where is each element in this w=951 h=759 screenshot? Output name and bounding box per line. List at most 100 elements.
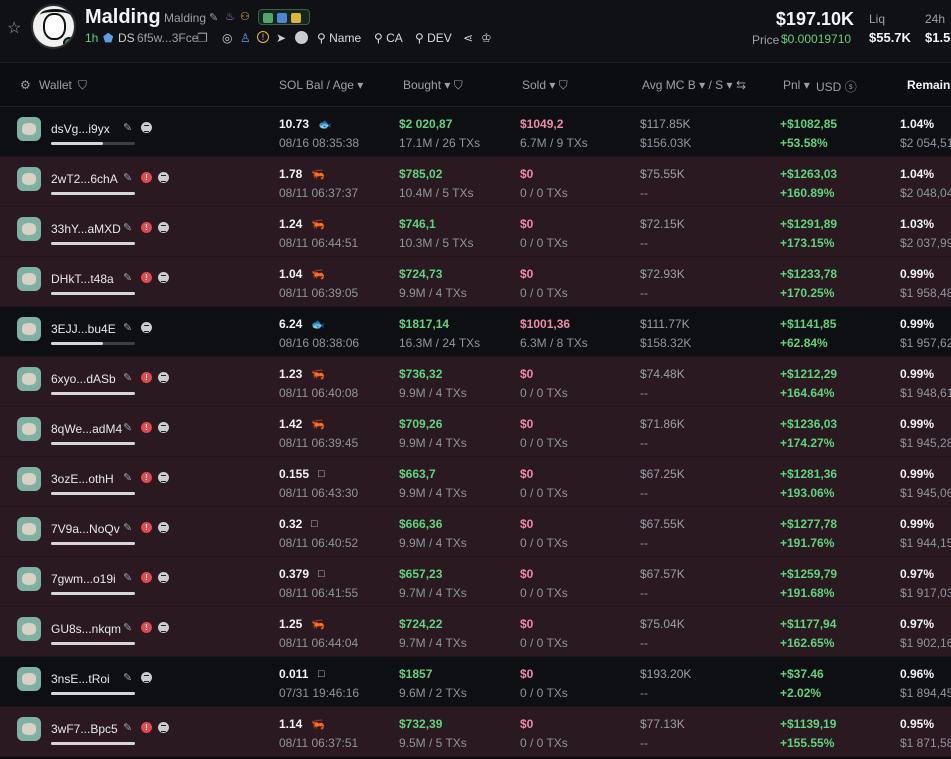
- edit-icon[interactable]: ✎: [123, 171, 132, 184]
- search-ca-link[interactable]: ⚲ CA: [374, 31, 403, 45]
- globe-icon[interactable]: ◎: [222, 31, 232, 45]
- wallet-avatar[interactable]: [17, 617, 41, 641]
- menu-icon[interactable]: [158, 522, 169, 533]
- menu-icon[interactable]: [158, 222, 169, 233]
- table-row[interactable]: 33hY...aMXD ✎! 1.24 🦐 08/11 06:44:51 $746,1 10…: [0, 207, 951, 257]
- avg-mc-sell: --: [640, 586, 648, 600]
- remaining-usd: $1 958,48: [900, 286, 951, 300]
- settings-icon[interactable]: ⚙: [20, 78, 31, 92]
- menu-icon[interactable]: [158, 422, 169, 433]
- edit-icon[interactable]: ✎: [123, 221, 132, 234]
- wallet-address[interactable]: 8qWe...adM4: [51, 422, 122, 436]
- table-row[interactable]: 3ozE...othH ✎! 0.155 □ 08/11 06:43:30 $663,7 9…: [0, 457, 951, 507]
- shrimp-icon: 🦐: [311, 419, 325, 431]
- edit-icon[interactable]: ✎: [123, 571, 132, 584]
- menu-icon[interactable]: [158, 172, 169, 183]
- wallet-avatar[interactable]: [17, 267, 41, 291]
- menu-icon[interactable]: [158, 722, 169, 733]
- table-row[interactable]: 2wT2...6chA ✎! 1.78 🦐 08/11 06:37:37 $785,02 1…: [0, 157, 951, 207]
- wallet-address[interactable]: 2wT2...6chA: [51, 172, 118, 186]
- table-row[interactable]: 3nsE...tRoi ✎ 0.011 □ 07/31 19:46:16 $1857 9.6…: [0, 657, 951, 707]
- table-row[interactable]: 3EJJ...bu4E ✎ 6.24 🐟 08/16 08:38:06 $1817,14 1…: [0, 307, 951, 357]
- star-icon[interactable]: ☆: [7, 18, 21, 38]
- menu-icon[interactable]: [141, 672, 152, 683]
- wallet-avatar[interactable]: [17, 367, 41, 391]
- wallet-avatar[interactable]: [17, 317, 41, 341]
- first-buy-time: 08/11 06:37:51: [279, 736, 359, 750]
- wallet-address[interactable]: 3wF7...Bpc5: [51, 722, 118, 736]
- edit-icon[interactable]: ✎: [123, 521, 132, 534]
- edit-icon[interactable]: ✎: [123, 671, 132, 684]
- wallet-address[interactable]: 3EJJ...bu4E: [51, 322, 116, 336]
- col-avg-mc[interactable]: Avg MC B ▾ / S ▾: [642, 78, 733, 92]
- dexscreener-icon[interactable]: ⬟: [103, 31, 113, 45]
- edit-icon[interactable]: ✎: [123, 271, 132, 284]
- wallet-address[interactable]: 3nsE...tRoi: [51, 672, 110, 686]
- wallet-avatar[interactable]: [17, 167, 41, 191]
- table-row[interactable]: 3wF7...Bpc5 ✎! 1.14 🦐 08/11 06:37:51 $732,39 9…: [0, 707, 951, 757]
- wallet-avatar[interactable]: [17, 717, 41, 741]
- edit-icon[interactable]: ✎: [123, 721, 132, 734]
- crown-icon[interactable]: ♔: [481, 31, 492, 45]
- alert-icon[interactable]: !: [257, 31, 269, 43]
- search-name-link[interactable]: ⚲ Name: [317, 31, 361, 45]
- col-remaining[interactable]: Remaining: [907, 78, 951, 92]
- wallet-address[interactable]: GU8s...nkqm: [51, 622, 121, 636]
- ds-label[interactable]: DS: [118, 31, 135, 45]
- menu-icon[interactable]: [158, 572, 169, 583]
- menu-icon[interactable]: [141, 322, 152, 333]
- usd-toggle[interactable]: USD ⓢ: [816, 78, 857, 95]
- wallet-avatar[interactable]: [17, 517, 41, 541]
- wallet-address[interactable]: DHkT...t48a: [51, 272, 114, 286]
- wallet-avatar[interactable]: [17, 667, 41, 691]
- edit-icon[interactable]: ✎: [123, 371, 132, 384]
- col-pnl[interactable]: Pnl ▾: [783, 78, 810, 92]
- filter-icon[interactable]: ⛉: [78, 78, 87, 93]
- menu-icon[interactable]: [158, 622, 169, 633]
- edit-icon[interactable]: ✎: [123, 121, 132, 134]
- col-sol-bal[interactable]: SOL Bal / Age ▾: [279, 78, 363, 92]
- menu-icon[interactable]: [295, 31, 308, 44]
- wallet-avatar[interactable]: [17, 217, 41, 241]
- edit-icon[interactable]: ✎: [123, 321, 132, 334]
- menu-icon[interactable]: [158, 472, 169, 483]
- wallet-avatar[interactable]: [17, 117, 41, 141]
- table-row[interactable]: 8qWe...adM4 ✎! 1.42 🦐 08/11 06:39:45 $709,26 9…: [0, 407, 951, 457]
- edit-icon[interactable]: ✎: [123, 421, 132, 434]
- wallet-address[interactable]: dsVg...i9yx: [51, 122, 110, 136]
- table-row[interactable]: DHkT...t48a ✎! 1.04 🦐 08/11 06:39:05 $724,73 9…: [0, 257, 951, 307]
- menu-icon[interactable]: [158, 372, 169, 383]
- token-avatar[interactable]: [31, 4, 76, 49]
- table-row[interactable]: 7V9a...NoQv ✎! 0.32 □ 08/11 06:40:52 $666,36 9…: [0, 507, 951, 557]
- col-bought[interactable]: Bought ▾ ⛉: [403, 78, 463, 93]
- edit-icon[interactable]: ✎: [123, 621, 132, 634]
- wallet-address[interactable]: 6xyo...dASb: [51, 372, 116, 386]
- contract-address[interactable]: 6f5w...3Fce: [137, 31, 198, 45]
- sol-balance: 0.011: [279, 667, 309, 681]
- table-row[interactable]: GU8s...nkqm ✎! 1.25 🦐 08/11 06:44:04 $724,22 9…: [0, 607, 951, 657]
- wallet-address[interactable]: 33hY...aMXD: [51, 222, 121, 236]
- col-wallet[interactable]: Wallet: [39, 78, 72, 92]
- menu-icon[interactable]: [158, 272, 169, 283]
- wallet-avatar[interactable]: [17, 417, 41, 441]
- wallet-avatar[interactable]: [17, 567, 41, 591]
- telegram-icon[interactable]: ➤: [276, 31, 286, 45]
- search-dev-link[interactable]: ⚲ DEV: [415, 31, 452, 45]
- menu-icon[interactable]: [141, 122, 152, 133]
- copy-icon[interactable]: ❐: [197, 31, 208, 45]
- share-icon[interactable]: ⋖: [463, 31, 473, 45]
- table-row[interactable]: 7gwm...o19i ✎! 0.379 □ 08/11 06:41:55 $657,23…: [0, 557, 951, 607]
- table-row[interactable]: 6xyo...dASb ✎! 1.23 🦐 08/11 06:40:08 $736,32 9…: [0, 357, 951, 407]
- edit-icon[interactable]: ✎: [123, 471, 132, 484]
- wallet-address[interactable]: 3ozE...othH: [51, 472, 114, 486]
- wallet-address[interactable]: 7gwm...o19i: [51, 572, 116, 586]
- col-sold[interactable]: Sold ▾ ⛉: [522, 78, 568, 93]
- wallet-avatar[interactable]: [17, 467, 41, 491]
- user-icon[interactable]: ♙: [240, 31, 251, 45]
- token-age: 1h: [85, 31, 99, 45]
- edit-icon[interactable]: ✎: [209, 11, 218, 24]
- swap-icon[interactable]: ⇆: [736, 78, 746, 92]
- table-row[interactable]: dsVg...i9yx ✎ 10.73 🐟 08/16 08:35:38 $2 020,8…: [0, 107, 951, 157]
- wallet-address[interactable]: 7V9a...NoQv: [51, 522, 120, 536]
- remaining-percent: 0.95%: [900, 717, 935, 731]
